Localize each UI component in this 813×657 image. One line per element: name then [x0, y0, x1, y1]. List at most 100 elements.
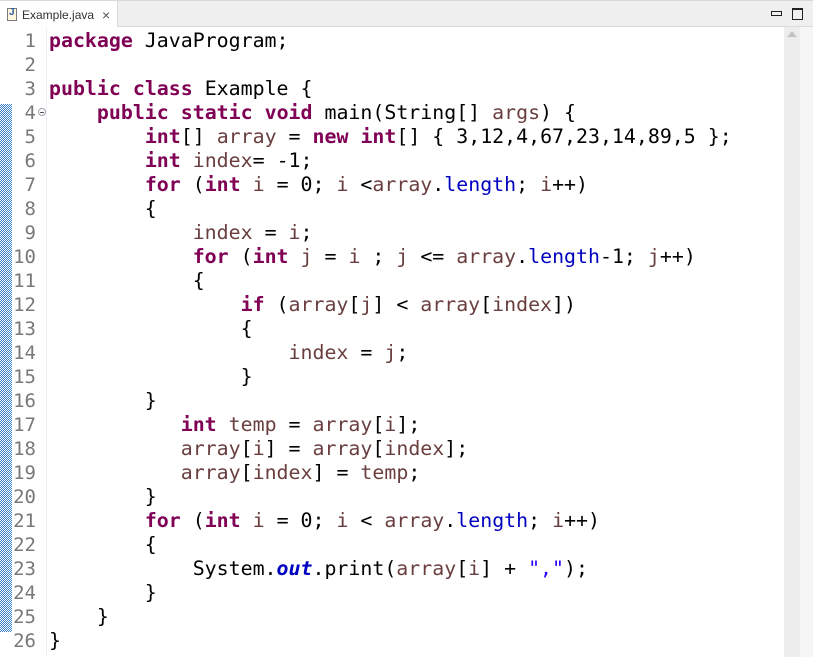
code-line[interactable]: }	[49, 629, 732, 653]
code-line[interactable]: package JavaProgram;	[49, 29, 732, 53]
code-token: {	[49, 533, 157, 556]
line-number: 12	[13, 294, 36, 316]
line-number: 23	[13, 558, 36, 580]
code-token: ++)	[659, 245, 696, 268]
code-token: ++)	[552, 173, 589, 196]
code-line[interactable]: for (int i = 0; i < array.length; i++)	[49, 509, 732, 533]
code-line[interactable]: }	[49, 365, 732, 389]
code-line[interactable]: for (int i = 0; i <array.length; i++)	[49, 173, 732, 197]
code-token: (	[180, 173, 205, 196]
code-line[interactable]: public static void main(String[] args) {	[49, 101, 732, 125]
code-token: ] +	[480, 557, 529, 580]
minimize-icon[interactable]	[770, 7, 784, 21]
code-line[interactable]: System.out.print(array[i] + ",");	[49, 557, 732, 581]
code-line[interactable]: int index= -1;	[49, 149, 732, 173]
code-line[interactable]: index = j;	[49, 341, 732, 365]
code-line[interactable]: public class Example {	[49, 77, 732, 101]
line-number: 21	[13, 510, 36, 532]
code-token: {	[49, 269, 205, 292]
local-variable-token: index	[192, 149, 253, 172]
code-line[interactable]: {	[49, 269, 732, 293]
code-token: .print(	[312, 557, 397, 580]
code-line[interactable]: index = i;	[49, 221, 732, 245]
keyword-token: void	[264, 101, 313, 124]
code-line[interactable]: if (array[j] < array[index])	[49, 293, 732, 317]
line-number: 18	[13, 438, 36, 460]
code-token: (	[180, 509, 205, 532]
local-variable-token: i	[468, 557, 481, 580]
keyword-token: static	[180, 101, 253, 124]
code-token: [	[372, 413, 385, 436]
code-line[interactable]: {	[49, 533, 732, 557]
code-token: [	[348, 293, 361, 316]
code-token: <=	[408, 245, 457, 268]
scroll-up-arrow-icon[interactable]	[787, 31, 797, 37]
code-token: -1;	[599, 245, 648, 268]
local-variable-token: index	[288, 341, 349, 364]
keyword-token: int	[144, 149, 181, 172]
vertical-scrollbar[interactable]	[784, 27, 800, 657]
code-line[interactable]	[49, 53, 732, 77]
code-editor[interactable]: 1 2 3 4 5 6 7 8 9 10 11 12 13 14 15 16 17 18 19 20 21 22 23 24 2…	[0, 27, 813, 657]
gutter-line: 9	[0, 221, 38, 245]
line-number: 11	[13, 270, 36, 292]
code-token: ] =	[264, 437, 313, 460]
local-variable-token: index	[384, 437, 445, 460]
local-variable-token: j	[360, 293, 373, 316]
local-variable-token: array	[384, 509, 445, 532]
code-text-area[interactable]: package JavaProgram; public class Example…	[49, 29, 732, 653]
code-token: ;	[396, 341, 409, 364]
code-line[interactable]: }	[49, 605, 732, 629]
code-token: [] { 3,12,4,67,23,14,89,5 };	[396, 125, 732, 148]
line-number: 14	[13, 342, 36, 364]
gutter-line: 23	[0, 557, 38, 581]
field-token: length	[444, 173, 517, 196]
java-file-icon	[7, 7, 17, 21]
keyword-token: for	[144, 173, 181, 196]
local-variable-token: index	[252, 461, 313, 484]
gutter-line: 22	[0, 533, 38, 557]
gutter-line: 12	[0, 293, 38, 317]
collapse-fold-icon[interactable]	[38, 108, 46, 116]
code-line[interactable]: array[index] = temp;	[49, 461, 732, 485]
line-number: 16	[13, 390, 36, 412]
field-token: length	[456, 509, 529, 532]
code-line[interactable]: {	[49, 317, 732, 341]
code-token: ;	[300, 221, 313, 244]
keyword-token: package	[49, 29, 133, 52]
local-variable-token: i	[288, 221, 301, 244]
line-number: 9	[24, 222, 36, 244]
code-token: [	[372, 437, 385, 460]
code-line[interactable]: for (int j = i ; j <= array.length-1; j+…	[49, 245, 732, 269]
local-variable-token: args	[492, 101, 541, 124]
line-number: 6	[24, 150, 36, 172]
code-line[interactable]: }	[49, 485, 732, 509]
code-token: [	[240, 461, 253, 484]
line-number: 13	[13, 318, 36, 340]
close-icon[interactable]: ×	[102, 7, 110, 23]
tab-example-java[interactable]: Example.java ×	[0, 1, 118, 28]
code-line[interactable]: {	[49, 197, 732, 221]
line-number: 8	[24, 198, 36, 220]
line-number: 4	[24, 102, 36, 124]
keyword-token: class	[132, 77, 193, 100]
code-token: Example {	[192, 77, 313, 100]
maximize-icon[interactable]	[792, 7, 806, 21]
gutter-separator	[46, 27, 47, 657]
code-line[interactable]: int temp = array[i];	[49, 413, 732, 437]
gutter-line: 25	[0, 605, 38, 629]
code-line[interactable]: int[] array = new int[] { 3,12,4,67,23,1…	[49, 125, 732, 149]
code-line[interactable]: array[i] = array[index];	[49, 437, 732, 461]
gutter-line: 4	[0, 101, 46, 125]
code-line[interactable]: }	[49, 581, 732, 605]
local-variable-token: index	[492, 293, 553, 316]
gutter-line: 17	[0, 413, 38, 437]
code-line[interactable]: }	[49, 389, 732, 413]
code-token: System.	[49, 557, 277, 580]
code-token: <	[348, 173, 373, 196]
code-token: [	[456, 557, 469, 580]
